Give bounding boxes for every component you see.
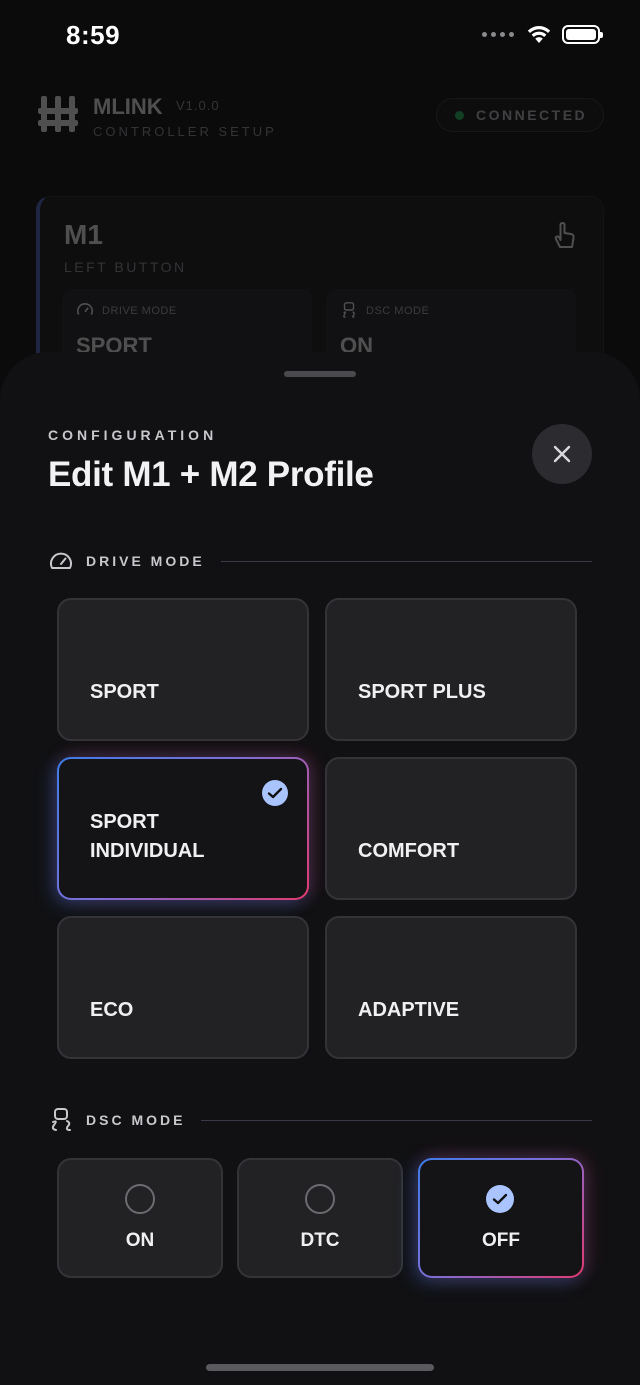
radio-empty-icon [305,1184,335,1214]
drive-mode-option-comfort[interactable]: COMFORT [325,757,577,900]
drive-mode-section-label: DRIVE MODE [86,553,205,569]
equalizer-logo-icon [38,96,78,132]
status-bar: 8:59 [0,0,640,72]
speedometer-icon [50,552,72,569]
background-app: MLINK V1.0.0 CONTROLLER SETUP CONNECTED … [0,72,640,406]
dsc-mode-option-off[interactable]: OFF [418,1158,584,1278]
checkmark-icon [262,780,288,806]
card-tile-label: DSC MODE [366,305,430,317]
dsc-mode-option-label: ON [125,1230,155,1251]
cellular-signal-icon [482,31,514,37]
drive-mode-option-sport[interactable]: SPORT [57,598,309,741]
drive-mode-option-label: ADAPTIVE [358,999,460,1021]
dsc-mode-option-label: DTC [300,1230,340,1251]
drive-mode-option-eco[interactable]: ECO [57,916,309,1059]
section-divider [220,560,592,562]
dsc-mode-option-dtc[interactable]: DTC [237,1158,403,1278]
brand-subtitle: CONTROLLER SETUP [93,124,277,139]
close-icon [553,445,571,463]
dsc-mode-option-on[interactable]: ON [57,1158,223,1278]
home-indicator[interactable] [206,1364,434,1371]
drive-mode-option-sport-plus[interactable]: SPORT PLUS [325,598,577,741]
sheet-grabber[interactable] [284,371,356,377]
drive-mode-option-label: SPORT INDIVIDUAL [90,811,205,862]
drive-mode-option-label: COMFORT [358,840,460,862]
traction-control-icon [51,1108,71,1131]
status-icons [482,24,603,44]
touch-icon [554,222,575,248]
dsc-mode-section-header: DSC MODE [48,1107,592,1133]
dsc-mode-section-label: DSC MODE [86,1112,186,1128]
connection-badge: CONNECTED [436,98,604,132]
dsc-mode-option-label: OFF [482,1230,520,1251]
checkmark-icon [486,1185,514,1213]
battery-icon [562,24,603,44]
traction-control-icon [343,302,355,318]
status-time: 8:59 [66,20,121,50]
radio-empty-icon [125,1184,155,1214]
drive-mode-option-label: SPORT PLUS [358,681,486,703]
wifi-icon [527,26,551,43]
connection-dot-icon [455,110,464,120]
drive-mode-option-label: ECO [90,999,134,1021]
card-tile-label: DRIVE MODE [102,305,177,317]
section-divider [201,1119,592,1121]
edit-profile-sheet: CONFIGURATION Edit M1 + M2 Profile DRIVE… [0,352,640,1385]
close-button[interactable] [532,424,592,484]
profile-card-subtitle: LEFT BUTTON [64,259,187,275]
brand-name: MLINK [93,94,163,119]
drive-mode-option-label: SPORT [90,681,159,703]
sheet-title: Edit M1 + M2 Profile [48,455,374,494]
drive-mode-section-header: DRIVE MODE [48,548,592,574]
drive-mode-option-adaptive[interactable]: ADAPTIVE [325,916,577,1059]
connection-status: CONNECTED [476,107,588,123]
sheet-eyebrow: CONFIGURATION [48,427,218,443]
profile-card-title: M1 [64,219,103,250]
drive-mode-option-sport-individual[interactable]: SPORT INDIVIDUAL [57,757,309,900]
app-version: V1.0.0 [176,98,220,113]
speedometer-icon [77,303,93,315]
